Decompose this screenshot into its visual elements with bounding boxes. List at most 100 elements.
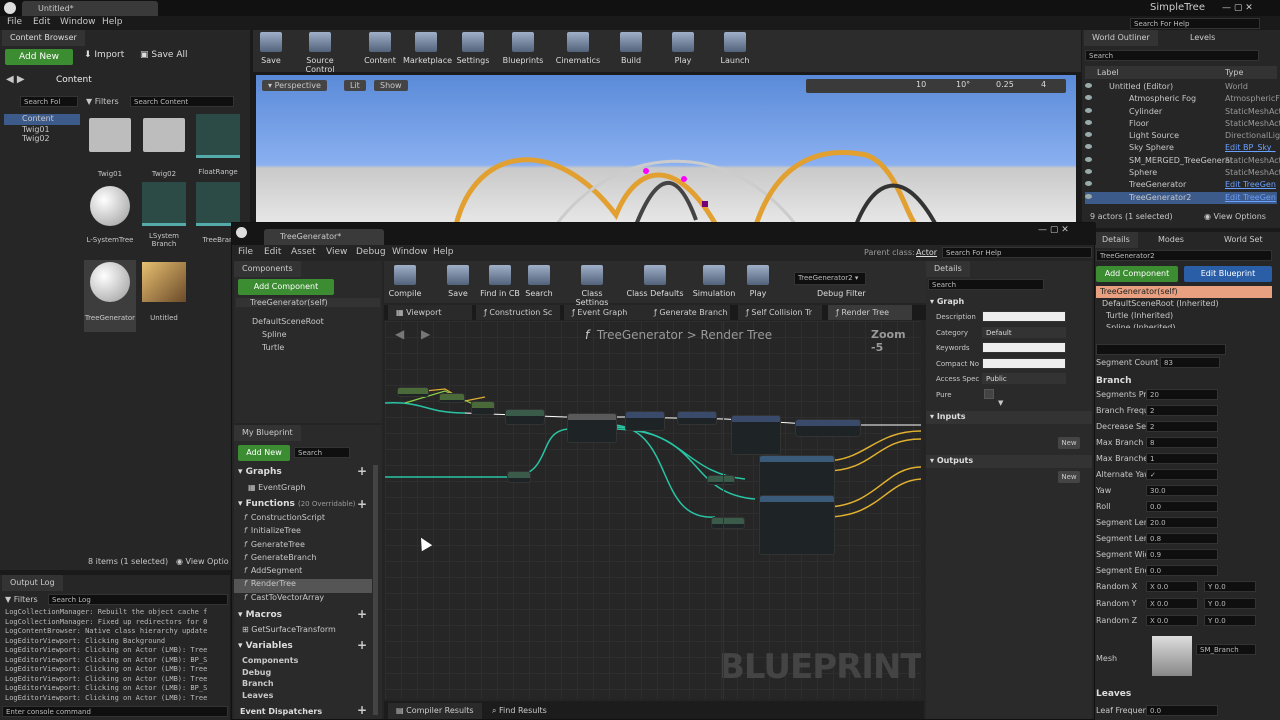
- prop-value[interactable]: 0.0: [1146, 501, 1218, 512]
- add-variable-icon[interactable]: +: [357, 638, 367, 652]
- dispatchers-section[interactable]: Event Dispatchers: [240, 707, 322, 716]
- cb-view-options[interactable]: ◉ View Optio: [176, 557, 229, 566]
- tab-world-outliner[interactable]: World Outliner: [1084, 30, 1158, 46]
- graph-node[interactable]: [471, 401, 495, 415]
- function-item[interactable]: f GenerateBranch: [234, 553, 372, 566]
- bp-comp-self[interactable]: TreeGenerator(self): [236, 298, 380, 307]
- graph-node[interactable]: [567, 413, 617, 443]
- graph-node[interactable]: [505, 409, 545, 425]
- variable-group[interactable]: Branch: [240, 679, 360, 691]
- toolbar-marketplace-button[interactable]: Marketplace: [403, 30, 452, 65]
- function-item[interactable]: f CastToVectorArray: [234, 593, 372, 606]
- graph-tab[interactable]: ƒ Event Graph: [564, 305, 648, 320]
- function-item[interactable]: f GenerateTree: [234, 540, 372, 553]
- prop-value[interactable]: 2: [1146, 405, 1218, 416]
- variable-group[interactable]: Debug: [240, 668, 360, 680]
- graph-tab[interactable]: ƒ Construction Sc: [476, 305, 560, 320]
- bp-help-search[interactable]: Search For Help: [942, 247, 1092, 258]
- macros-section[interactable]: ▾ Macros: [238, 610, 282, 620]
- my-blueprint-scrollbar[interactable]: [373, 465, 378, 715]
- segment-count-field[interactable]: 83: [1160, 357, 1220, 368]
- import-button[interactable]: ⬇ Import: [84, 50, 124, 60]
- prop-value[interactable]: 2: [1146, 421, 1218, 432]
- actor-name-field[interactable]: TreeGenerator2: [1096, 250, 1272, 261]
- outliner-row[interactable]: Floor StaticMeshAct: [1085, 118, 1280, 130]
- graph-field-value[interactable]: [982, 311, 1066, 322]
- folder-twig02[interactable]: Twig02: [4, 134, 80, 143]
- bp-window-controls[interactable]: — ▢ ✕: [1038, 225, 1069, 235]
- comp-root[interactable]: DefaultSceneRoot (Inherited): [1096, 298, 1272, 310]
- graph-tab[interactable]: ƒ Generate Branch: [646, 305, 730, 320]
- bp-menu-debug[interactable]: Debug: [356, 247, 386, 257]
- variable-group[interactable]: Components: [240, 656, 360, 668]
- bp-class-settings-button[interactable]: Class Settings: [564, 263, 620, 307]
- function-item[interactable]: f ConstructionScript: [234, 513, 372, 526]
- prop-value[interactable]: 1: [1146, 453, 1218, 464]
- tab-world-settings[interactable]: World Set: [1216, 232, 1271, 248]
- details-search[interactable]: [1096, 344, 1226, 355]
- bp-doc-tab[interactable]: TreeGenerator*: [264, 229, 384, 245]
- outliner-search[interactable]: Search: [1085, 50, 1259, 61]
- bp-comp-root[interactable]: DefaultSceneRoot: [252, 317, 324, 326]
- tab-modes[interactable]: Modes: [1150, 232, 1192, 248]
- random-y-field[interactable]: Y 0.0: [1204, 615, 1256, 626]
- asset-floatrange[interactable]: FloatRange: [194, 114, 242, 176]
- graph-field-value[interactable]: Default: [982, 326, 1066, 338]
- menu-window[interactable]: Window: [60, 17, 96, 27]
- variables-section[interactable]: ▾ Variables: [238, 641, 293, 651]
- toolbar-blueprints-button[interactable]: Blueprints: [500, 30, 546, 65]
- bp-compile-button[interactable]: Compile: [384, 263, 426, 298]
- functions-section[interactable]: ▾ Functions (20 Overridable): [238, 499, 356, 509]
- random-x-field[interactable]: X 0.0: [1146, 598, 1198, 609]
- bp-save-button[interactable]: Save: [438, 263, 478, 298]
- outliner-row[interactable]: SM_MERGED_TreeGenerat StaticMeshAct: [1085, 155, 1280, 167]
- graph-node[interactable]: [625, 411, 665, 431]
- asset-treegenerator[interactable]: TreeGenerator: [84, 260, 136, 332]
- graphs-section[interactable]: ▾ Graphs: [238, 467, 282, 477]
- function-item[interactable]: f InitializeTree: [234, 526, 372, 539]
- bp-menu-file[interactable]: File: [238, 247, 253, 257]
- tab-content-browser[interactable]: Content Browser: [2, 30, 85, 46]
- save-all-button[interactable]: ▣ Save All: [140, 50, 188, 60]
- edit-blueprint-button[interactable]: Edit Blueprint: [1184, 266, 1272, 282]
- visibility-eye-icon[interactable]: [1085, 132, 1092, 138]
- bp-simulation-button[interactable]: Simulation: [690, 263, 738, 298]
- toolbar-save-button[interactable]: Save: [248, 30, 294, 65]
- outliner-row[interactable]: Untitled (Editor) World: [1085, 81, 1277, 93]
- prop-value[interactable]: 8: [1146, 437, 1218, 448]
- graph-field-value[interactable]: [982, 357, 1066, 369]
- asset-twig02[interactable]: Twig02: [140, 118, 188, 178]
- toolbar-launch-button[interactable]: Launch: [712, 30, 758, 65]
- bp-search-button[interactable]: Search: [518, 263, 560, 298]
- tab-find-results[interactable]: ⌕ Find Results: [484, 703, 555, 719]
- bp-menu-view[interactable]: View: [326, 247, 347, 257]
- log-filters[interactable]: ▼ Filters: [5, 595, 38, 604]
- graph-node[interactable]: [707, 475, 735, 485]
- toolbar-settings-button[interactable]: Settings: [450, 30, 496, 65]
- graph-field-value[interactable]: Public: [982, 373, 1066, 384]
- visibility-eye-icon[interactable]: [1085, 193, 1092, 199]
- filters-button[interactable]: ▼ Filters: [86, 97, 119, 106]
- graph-node[interactable]: [759, 495, 835, 555]
- prop-value[interactable]: 0.8: [1146, 533, 1218, 544]
- console-input[interactable]: Enter console command: [2, 706, 228, 717]
- bp-menu-edit[interactable]: Edit: [264, 247, 281, 257]
- visibility-eye-icon[interactable]: [1085, 95, 1092, 101]
- bp-add-component-button[interactable]: Add Component: [238, 279, 334, 295]
- graph-tab[interactable]: ƒ Render Tree: [828, 305, 912, 320]
- outliner-row[interactable]: Sky Sphere Edit BP_Sky_: [1085, 142, 1277, 154]
- outliner-row[interactable]: TreeGenerator Edit TreeGen: [1085, 179, 1277, 191]
- function-item[interactable]: f AddSegment: [234, 566, 372, 579]
- add-macro-icon[interactable]: +: [357, 607, 367, 621]
- menu-edit[interactable]: Edit: [33, 17, 50, 27]
- bp-add-new-button[interactable]: Add New: [238, 445, 290, 461]
- tab-my-blueprint[interactable]: My Blueprint: [234, 425, 301, 441]
- tab-bp-details[interactable]: Details: [926, 261, 970, 277]
- bp-play-button[interactable]: Play: [738, 263, 778, 298]
- event-graph-item[interactable]: ▦ EventGraph: [248, 483, 306, 492]
- graph-tab[interactable]: ▦ Viewport: [388, 305, 472, 320]
- mesh-select[interactable]: SM_Branch: [1196, 644, 1256, 655]
- graph-canvas[interactable]: ◀ ▶ f TreeGenerator > Render Tree Zoom -…: [385, 321, 921, 699]
- random-y-field[interactable]: Y 0.0: [1204, 598, 1256, 609]
- doc-tab[interactable]: Untitled*: [22, 1, 158, 16]
